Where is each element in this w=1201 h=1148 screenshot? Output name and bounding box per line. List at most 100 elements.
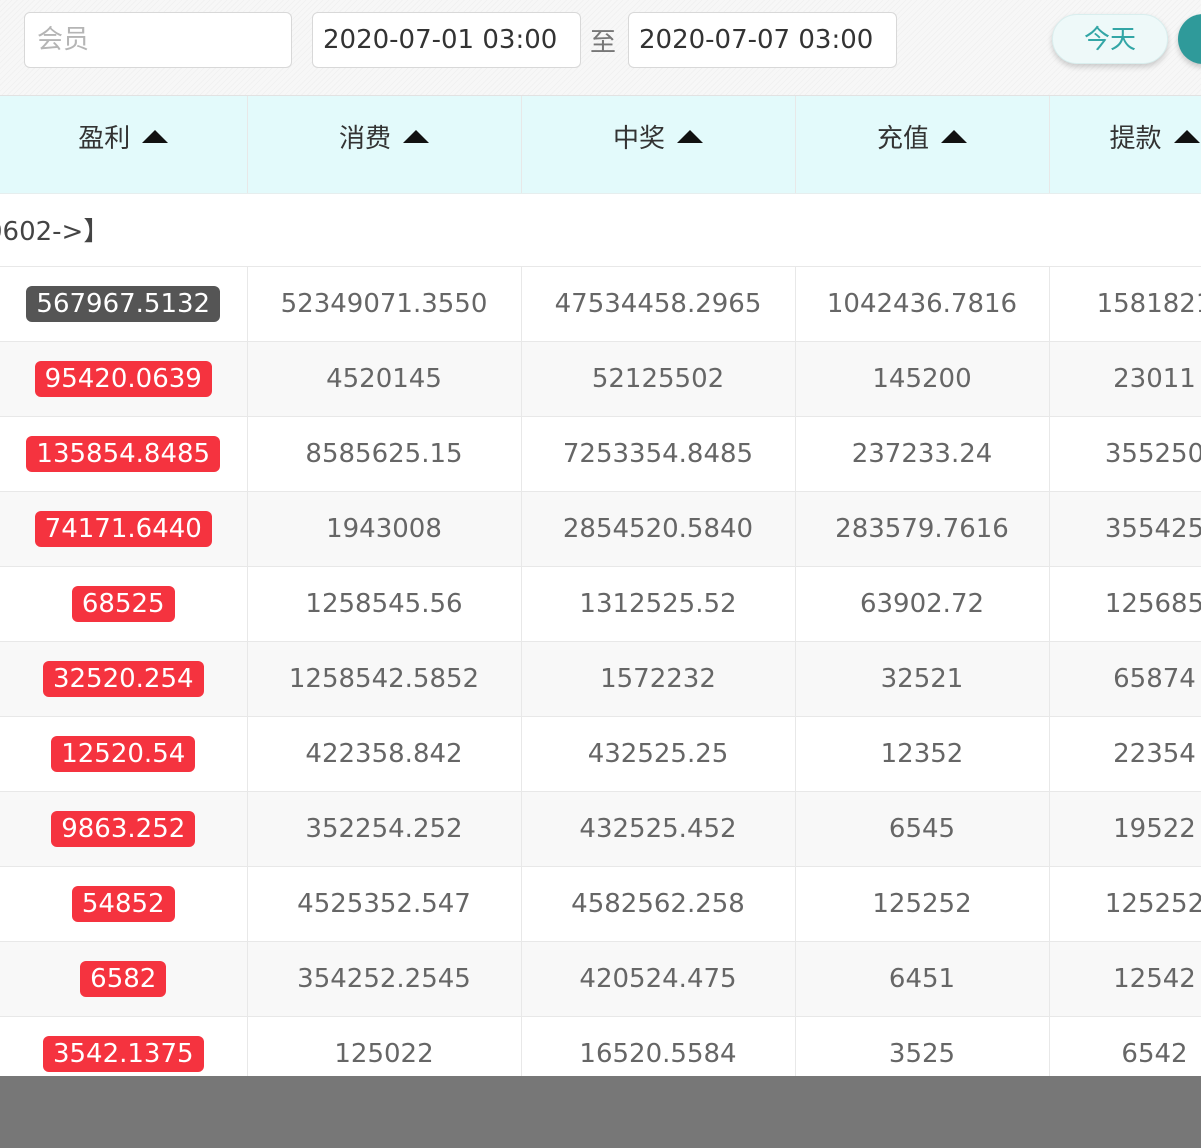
cell-value: 63902.72	[859, 588, 985, 619]
cell-value: 19522	[1113, 813, 1196, 844]
table-row[interactable]: 68525 1258545.56 1312525.52 63902.72 125685	[0, 566, 1201, 642]
cell-withdraw: 22354	[1049, 716, 1201, 792]
cell-value: 8585625.15	[305, 438, 463, 469]
cell-withdraw: 125685	[1049, 566, 1201, 642]
cell-value: 125252	[1104, 888, 1201, 919]
cell-value: 6542	[1121, 1038, 1188, 1069]
cell-value: 125252	[872, 888, 972, 919]
cell-recharge: 237233.24	[795, 416, 1050, 492]
cell-value: 1312525.52	[579, 588, 737, 619]
cell-value: 12542	[1113, 963, 1196, 994]
cell-value: 352254.252	[305, 813, 463, 844]
table-row[interactable]: 6582 354252.2545 420524.475 6451 12542	[0, 941, 1201, 1017]
cell-prize: 420524.475	[521, 941, 796, 1017]
cell-withdraw: 23011	[1049, 341, 1201, 417]
profit-badge: 32520.254	[42, 660, 204, 697]
sort-up-icon[interactable]	[941, 130, 967, 143]
cell-value: 47534458.2965	[554, 288, 762, 319]
cell-profit: 567967.5132	[0, 266, 248, 342]
cell-value: 355425	[1104, 513, 1201, 544]
date-range-separator: 至	[590, 28, 617, 58]
cell-value: 1042436.7816	[826, 288, 1018, 319]
table-row[interactable]: 74171.6440 1943008 2854520.5840 283579.7616…	[0, 491, 1201, 567]
cell-value: 6545	[888, 813, 956, 844]
cell-value: 12352	[880, 738, 964, 769]
column-header-recharge[interactable]: 充值	[795, 96, 1050, 194]
cell-value: 4525352.547	[297, 888, 471, 919]
column-header-label: 消费	[338, 124, 391, 154]
cell-profit: 95420.0639	[0, 341, 248, 417]
table-row[interactable]: 32520.254 1258542.5852 1572232 32521 65874	[0, 641, 1201, 717]
sort-up-icon[interactable]	[677, 130, 703, 143]
column-header-prize[interactable]: 中奖	[521, 96, 796, 194]
table-row[interactable]: 567967.5132 52349071.3550 47534458.2965 104…	[0, 266, 1201, 342]
cell-value: 6451	[888, 963, 956, 994]
cell-consume: 352254.252	[247, 791, 522, 867]
search-button[interactable]	[1178, 14, 1201, 64]
cell-profit: 135854.8485	[0, 416, 248, 492]
cell-withdraw: 19522	[1049, 791, 1201, 867]
column-header-profit[interactable]: 盈利	[0, 96, 248, 194]
profit-badge: 135854.8485	[26, 435, 221, 472]
cell-prize: 47534458.2965	[521, 266, 796, 342]
cell-value: 125685	[1104, 588, 1201, 619]
cell-consume: 1943008	[247, 491, 522, 567]
cell-value: 420524.475	[579, 963, 737, 994]
cell-value: 432525.452	[579, 813, 737, 844]
cell-value: 16520.5584	[579, 1038, 737, 1069]
cell-withdraw: 355425	[1049, 491, 1201, 567]
cell-value: 1258542.5852	[288, 663, 480, 694]
sort-up-icon[interactable]	[1173, 130, 1200, 143]
sort-up-icon[interactable]	[142, 130, 169, 143]
page-footer-area	[0, 1076, 1201, 1148]
cell-value: 355250	[1104, 438, 1201, 469]
cell-withdraw: 65874	[1049, 641, 1201, 717]
table-row[interactable]: 9863.252 352254.252 432525.452 6545 19522	[0, 791, 1201, 867]
column-header-withdraw[interactable]: 提款	[1049, 96, 1201, 194]
column-header-label: 提款	[1109, 124, 1162, 154]
cell-value: 1258545.56	[305, 588, 463, 619]
cell-value: 422358.842	[305, 738, 463, 769]
table-row[interactable]: 12520.54 422358.842 432525.25 12352 22354	[0, 716, 1201, 792]
sort-up-icon[interactable]	[403, 130, 429, 143]
member-search-input[interactable]	[24, 12, 292, 68]
cell-value: 32521	[880, 663, 964, 694]
profit-badge: 95420.0639	[34, 360, 212, 397]
cell-prize: 7253354.8485	[521, 416, 796, 492]
column-header-consume[interactable]: 消费	[247, 96, 522, 194]
report-table: 盈利 消费 中奖 充值 提款 602->】 567967.5132 523490…	[0, 96, 1201, 1092]
profit-badge: 54852	[71, 885, 175, 922]
cell-recharge: 63902.72	[795, 566, 1050, 642]
cell-recharge: 145200	[795, 341, 1050, 417]
cell-withdraw: 12542	[1049, 941, 1201, 1017]
profit-badge: 9863.252	[51, 810, 196, 847]
cell-withdraw: 125252	[1049, 866, 1201, 942]
cell-value: 65874	[1113, 663, 1196, 694]
table-row[interactable]: 95420.0639 4520145 52125502 145200 23011	[0, 341, 1201, 417]
profit-badge: 68525	[71, 585, 175, 622]
cell-prize: 432525.452	[521, 791, 796, 867]
today-button[interactable]: 今天	[1052, 14, 1168, 64]
cell-consume: 354252.2545	[247, 941, 522, 1017]
end-date-field[interactable]: 2020-07-07 03:00	[628, 12, 897, 68]
cell-profit: 74171.6440	[0, 491, 248, 567]
start-date-field[interactable]: 2020-07-01 03:00	[312, 12, 581, 68]
group-row: 0602->】	[0, 193, 1201, 267]
cell-profit: 32520.254	[0, 641, 248, 717]
cell-consume: 1258545.56	[247, 566, 522, 642]
column-header-label: 中奖	[612, 124, 665, 154]
table-row[interactable]: 135854.8485 8585625.15 7253354.8485 237233.…	[0, 416, 1201, 492]
cell-profit: 68525	[0, 566, 248, 642]
cell-recharge: 1042436.7816	[795, 266, 1050, 342]
cell-value: 4582562.258	[571, 888, 745, 919]
profit-badge: 3542.1375	[42, 1035, 204, 1072]
table-row[interactable]: 54852 4525352.547 4582562.258 125252 125252	[0, 866, 1201, 942]
cell-value: 283579.7616	[835, 513, 1009, 544]
group-label[interactable]: 0602->】	[0, 211, 1201, 248]
cell-profit: 12520.54	[0, 716, 248, 792]
cell-value: 145200	[872, 363, 972, 394]
cell-value: 1581821	[1096, 288, 1201, 319]
cell-prize: 2854520.5840	[521, 491, 796, 567]
column-header-label: 盈利	[78, 124, 131, 154]
cell-value: 237233.24	[851, 438, 993, 469]
